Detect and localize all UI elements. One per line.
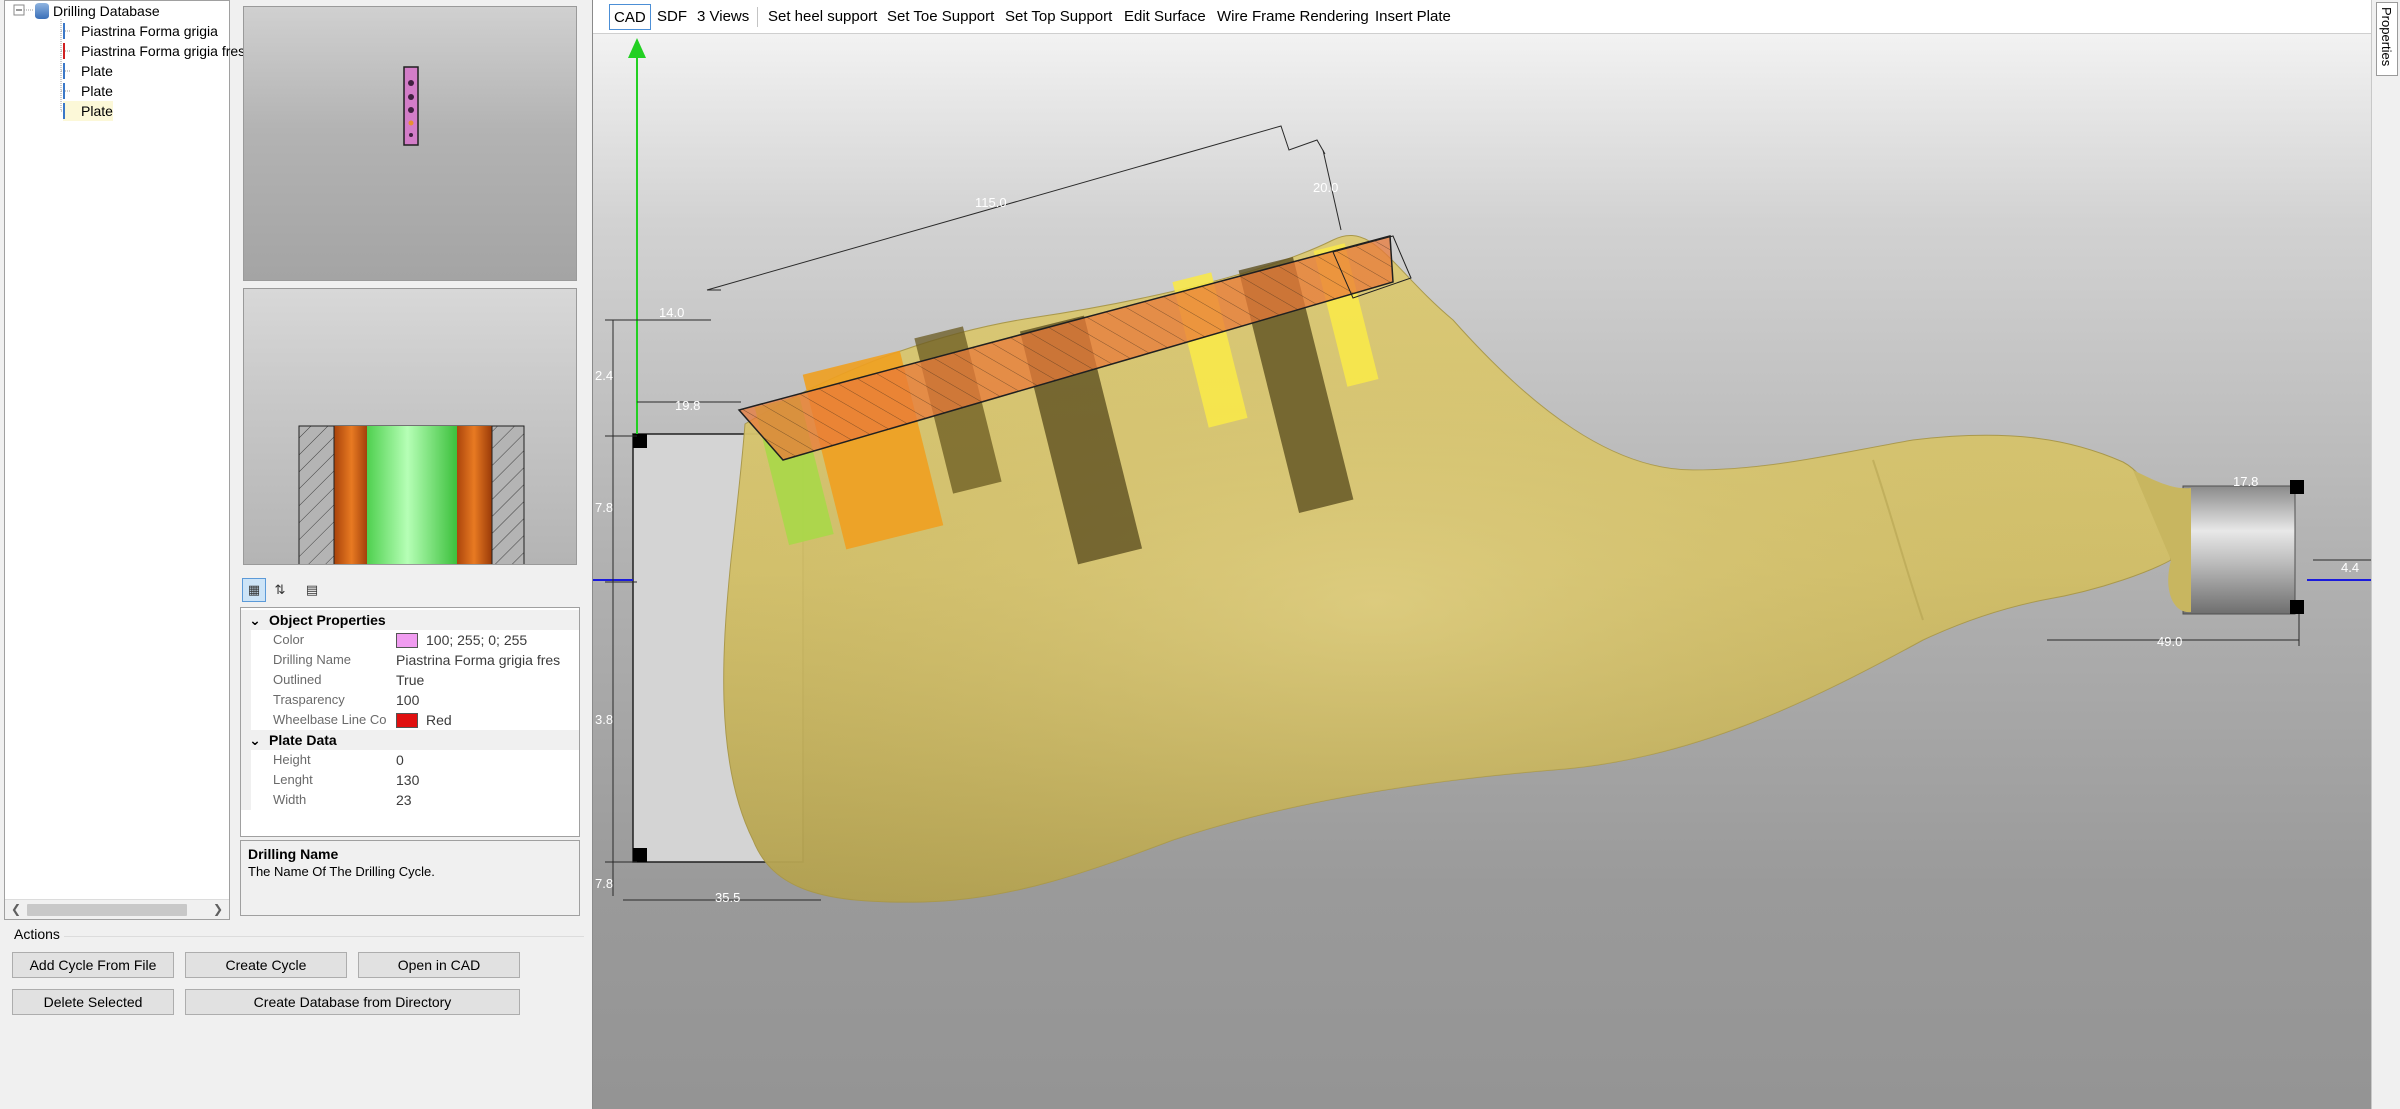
property-row-height[interactable]: Height 0 bbox=[241, 750, 579, 770]
database-icon bbox=[35, 3, 49, 19]
create-cycle-button[interactable]: Create Cycle bbox=[185, 952, 347, 978]
cad-toolbar: CAD SDF 3 Views Set heel support Set Toe… bbox=[593, 0, 2371, 34]
description-text: The Name Of The Drilling Cycle. bbox=[248, 864, 435, 879]
3d-scene[interactable] bbox=[593, 0, 2371, 1109]
scrollbar-thumb[interactable] bbox=[27, 904, 187, 916]
category-object-properties[interactable]: ⌄ Object Properties bbox=[241, 610, 579, 630]
dimension-label: 17.8 bbox=[2233, 474, 2259, 489]
property-grid[interactable]: ⌄ Object Properties Color 100; 255; 0; 25… bbox=[240, 607, 580, 837]
toolbar-separator bbox=[757, 7, 758, 27]
properties-dock-tab[interactable]: Properties bbox=[2376, 2, 2398, 76]
dimension-label: 7.8 bbox=[595, 500, 614, 515]
dimension-label: 7.8 bbox=[595, 876, 614, 891]
collapse-chevron-icon[interactable]: ⌄ bbox=[241, 730, 269, 750]
property-row-wheelbase-line-color[interactable]: Wheelbase Line Co Red bbox=[241, 710, 579, 730]
toolbar-set-toe-support[interactable]: Set Toe Support bbox=[883, 4, 998, 30]
right-dock-strip: Properties bbox=[2371, 0, 2400, 1109]
heel-handle-bottom[interactable] bbox=[633, 848, 647, 862]
property-row-drilling-name[interactable]: Drilling Name Piastrina Forma grigia fre… bbox=[241, 650, 579, 670]
toolbar-sdf[interactable]: SDF bbox=[653, 4, 691, 30]
scroll-left-icon[interactable]: ❮ bbox=[11, 902, 21, 916]
toolbar-edit-surface[interactable]: Edit Surface bbox=[1120, 4, 1210, 30]
toolbar-set-top-support[interactable]: Set Top Support bbox=[1001, 4, 1116, 30]
tree-item-selected[interactable]: Plate bbox=[63, 101, 113, 121]
dimension-label: 115.0 bbox=[975, 195, 1007, 210]
property-row-outlined[interactable]: Outlined True bbox=[241, 670, 579, 690]
dimension-label: 35.5 bbox=[715, 890, 741, 905]
tree-root-label: Drilling Database bbox=[53, 3, 160, 19]
dimension-label: 49.0 bbox=[2157, 634, 2183, 649]
add-cycle-from-file-button[interactable]: Add Cycle From File bbox=[12, 952, 174, 978]
drilling-tree[interactable]: Drilling Database Piastrina Forma grigia… bbox=[4, 0, 245, 920]
toolbar-insert-plate[interactable]: Insert Plate bbox=[1371, 4, 1455, 30]
toolbar-cad[interactable]: CAD bbox=[609, 4, 651, 30]
categorized-icon[interactable]: ▦ bbox=[242, 578, 266, 602]
axis-arrow-icon bbox=[628, 38, 646, 58]
toe-handle-top[interactable] bbox=[2290, 480, 2304, 494]
dimension-label: 4.4 bbox=[2341, 560, 2360, 575]
open-in-cad-button[interactable]: Open in CAD bbox=[358, 952, 520, 978]
plate-icon bbox=[63, 83, 73, 99]
section-view-preview bbox=[243, 288, 577, 565]
drill-bit-icon bbox=[63, 23, 73, 39]
property-row-width[interactable]: Width 23 bbox=[241, 790, 579, 810]
property-row-lenght[interactable]: Lenght 130 bbox=[241, 770, 579, 790]
tree-horizontal-scrollbar[interactable]: ❮ ❯ bbox=[5, 899, 229, 919]
drill-bit-icon bbox=[63, 43, 73, 59]
section-view-drawing bbox=[298, 425, 525, 564]
tree-root[interactable]: Drilling Database bbox=[35, 1, 160, 21]
toolbar-3-views[interactable]: 3 Views bbox=[693, 4, 753, 30]
dimension-label: 20.0 bbox=[1313, 180, 1339, 195]
dimension-label: 19.8 bbox=[675, 398, 701, 413]
tree-item[interactable]: Piastrina Forma grigia fres bbox=[63, 41, 245, 61]
cad-viewport[interactable]: 115.0 20.0 14.0 19.8 2.4 7.8 3.8 7.8 35.… bbox=[592, 0, 2371, 1109]
property-grid-toolbar: ▦ ⇅ ▤ bbox=[240, 576, 580, 604]
color-swatch bbox=[396, 633, 418, 648]
dimension-label: 3.8 bbox=[595, 712, 614, 727]
sort-az-icon[interactable]: ⇅ bbox=[268, 578, 292, 602]
property-row-trasparency[interactable]: Trasparency 100 bbox=[241, 690, 579, 710]
toolbar-wire-frame-rendering[interactable]: Wire Frame Rendering bbox=[1213, 4, 1373, 30]
tree-item[interactable]: Plate bbox=[63, 81, 113, 101]
plate-icon bbox=[63, 103, 73, 119]
actions-title: Actions bbox=[14, 926, 60, 942]
collapse-chevron-icon[interactable]: ⌄ bbox=[241, 610, 269, 630]
scroll-right-icon[interactable]: ❯ bbox=[213, 902, 223, 916]
tree-item[interactable]: Piastrina Forma grigia bbox=[63, 21, 218, 41]
category-plate-data[interactable]: ⌄ Plate Data bbox=[241, 730, 579, 750]
toolbar-set-heel-support[interactable]: Set heel support bbox=[764, 4, 881, 30]
property-description-box: Drilling Name The Name Of The Drilling C… bbox=[240, 840, 580, 916]
top-view-preview bbox=[243, 6, 577, 281]
tree-item[interactable]: Plate bbox=[63, 61, 113, 81]
property-row-color[interactable]: Color 100; 255; 0; 255 bbox=[241, 630, 579, 650]
description-title: Drilling Name bbox=[248, 846, 339, 862]
dimension-label: 2.4 bbox=[595, 368, 614, 383]
plate-icon bbox=[63, 63, 73, 79]
groupbox-line bbox=[64, 936, 584, 937]
dimension-label: 14.0 bbox=[659, 305, 685, 320]
delete-selected-button[interactable]: Delete Selected bbox=[12, 989, 174, 1015]
color-swatch bbox=[396, 713, 418, 728]
actions-groupbox: Actions Add Cycle From File Create Cycle… bbox=[4, 926, 584, 1106]
toe-support-pin[interactable] bbox=[2182, 485, 2296, 615]
top-view-drawing bbox=[403, 66, 419, 146]
property-pages-icon[interactable]: ▤ bbox=[300, 578, 324, 602]
toe-handle-bottom[interactable] bbox=[2290, 600, 2304, 614]
create-database-from-directory-button[interactable]: Create Database from Directory bbox=[185, 989, 520, 1015]
